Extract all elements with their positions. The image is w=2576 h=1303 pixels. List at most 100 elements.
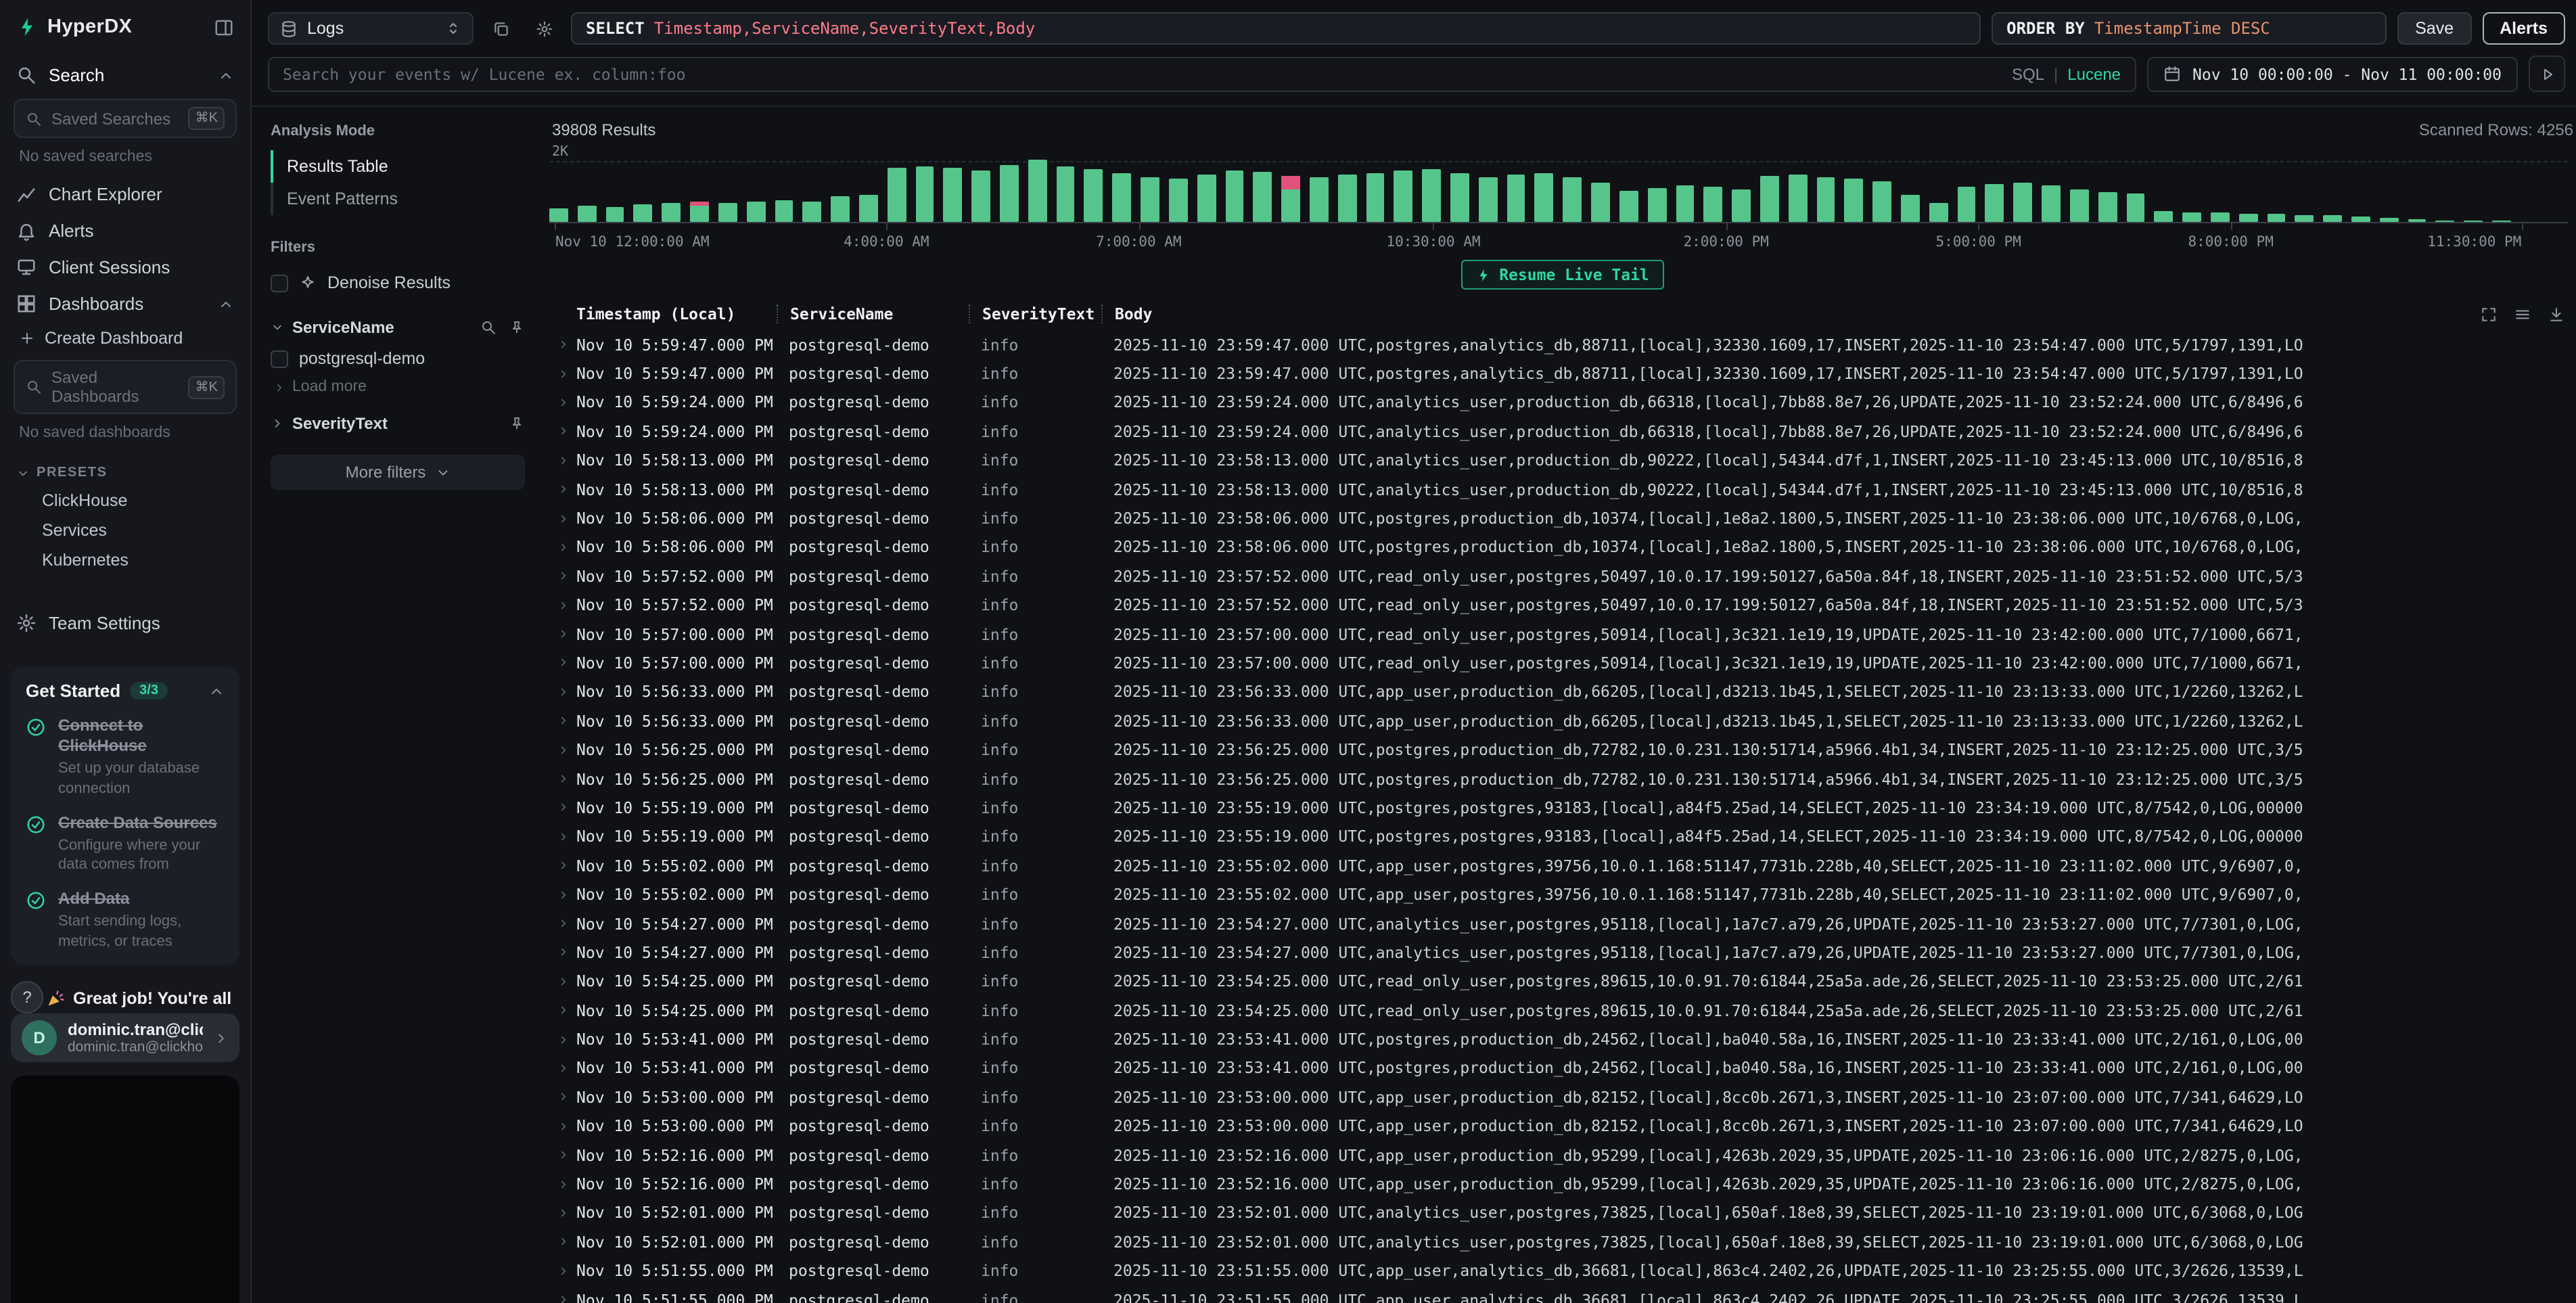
row-expand-button[interactable] bbox=[549, 715, 576, 727]
row-expand-button[interactable] bbox=[549, 976, 576, 988]
sidebar-item-client-sessions[interactable]: Client Sessions bbox=[0, 249, 250, 285]
histogram-bar[interactable] bbox=[2042, 185, 2061, 222]
row-expand-button[interactable] bbox=[549, 657, 576, 669]
get-started-item[interactable]: Connect to ClickHouse Set up your databa… bbox=[26, 716, 225, 798]
log-row[interactable]: Nov 10 5:54:27.000 PM postgresql-demo in… bbox=[549, 909, 2576, 938]
row-expand-button[interactable] bbox=[549, 396, 576, 409]
live-tail-play-button[interactable] bbox=[2529, 55, 2565, 92]
log-row[interactable]: Nov 10 5:59:24.000 PM postgresql-demo in… bbox=[549, 388, 2576, 417]
histogram-bar[interactable] bbox=[1535, 173, 1554, 222]
row-expand-button[interactable] bbox=[549, 426, 576, 438]
row-expand-button[interactable] bbox=[549, 802, 576, 814]
histogram-bar[interactable] bbox=[915, 166, 934, 222]
histogram-bar[interactable] bbox=[775, 200, 794, 222]
row-expand-button[interactable] bbox=[549, 1207, 576, 1219]
facet-severitytext-header[interactable]: SeverityText bbox=[271, 414, 525, 433]
histogram-bar[interactable] bbox=[1957, 187, 1976, 222]
histogram-bar[interactable] bbox=[1479, 177, 1498, 222]
histogram-bar[interactable] bbox=[1338, 175, 1357, 222]
histogram-bar[interactable] bbox=[1028, 160, 1047, 222]
query-language-toggle[interactable]: SQL | Lucene bbox=[2012, 64, 2121, 83]
histogram-bar[interactable] bbox=[718, 203, 737, 222]
row-expand-button[interactable] bbox=[549, 686, 576, 698]
histogram-bar[interactable] bbox=[2295, 214, 2314, 222]
create-dashboard-button[interactable]: Create Dashboard bbox=[0, 322, 250, 355]
histogram-bar[interactable] bbox=[1056, 166, 1075, 222]
log-row[interactable]: Nov 10 5:57:52.000 PM postgresql-demo in… bbox=[549, 562, 2576, 591]
more-filters-button[interactable]: More filters bbox=[271, 455, 525, 490]
histogram-bar[interactable] bbox=[1394, 170, 1413, 222]
histogram-bar[interactable] bbox=[2014, 182, 2033, 222]
row-expand-button[interactable] bbox=[549, 1033, 576, 1045]
row-expand-button[interactable] bbox=[549, 628, 576, 640]
histogram-bar[interactable] bbox=[1141, 177, 1159, 222]
row-expand-button[interactable] bbox=[549, 599, 576, 611]
mode-event-patterns[interactable]: Event Patterns bbox=[271, 183, 525, 215]
pin-icon[interactable] bbox=[509, 415, 525, 432]
order-by-editor[interactable]: ORDER BY TimestampTime DESC bbox=[1992, 12, 2387, 45]
row-expand-button[interactable] bbox=[549, 1062, 576, 1074]
histogram-bar[interactable] bbox=[2155, 210, 2174, 222]
histogram-bar[interactable] bbox=[549, 209, 568, 222]
log-row[interactable]: Nov 10 5:55:19.000 PM postgresql-demo in… bbox=[549, 794, 2576, 823]
histogram-bar[interactable] bbox=[1084, 169, 1103, 222]
preset-item[interactable]: Kubernetes bbox=[0, 545, 250, 575]
sidebar-item-team-settings[interactable]: Team Settings bbox=[0, 605, 250, 641]
histogram-bar[interactable] bbox=[1506, 175, 1525, 222]
histogram-bar[interactable] bbox=[1901, 194, 1920, 222]
get-started-item[interactable]: Create Data Sources Configure where your… bbox=[26, 813, 225, 875]
denoise-results-toggle[interactable]: Denoise Results bbox=[271, 267, 525, 299]
log-row[interactable]: Nov 10 5:56:33.000 PM postgresql-demo in… bbox=[549, 677, 2576, 706]
histogram-bar[interactable] bbox=[690, 202, 709, 222]
histogram-bar[interactable] bbox=[831, 197, 850, 222]
row-expand-button[interactable] bbox=[549, 455, 576, 467]
facet-servicename-header[interactable]: ServiceName bbox=[271, 318, 525, 337]
log-row[interactable]: Nov 10 5:53:00.000 PM postgresql-demo in… bbox=[549, 1082, 2576, 1112]
load-more-button[interactable]: Load more bbox=[271, 375, 525, 395]
log-row[interactable]: Nov 10 5:56:33.000 PM postgresql-demo in… bbox=[549, 706, 2576, 735]
log-row[interactable]: Nov 10 5:52:16.000 PM postgresql-demo in… bbox=[549, 1141, 2576, 1170]
log-row[interactable]: Nov 10 5:51:55.000 PM postgresql-demo in… bbox=[549, 1256, 2576, 1285]
log-row[interactable]: Nov 10 5:55:19.000 PM postgresql-demo in… bbox=[549, 822, 2576, 851]
get-started-header[interactable]: Get Started 3/3 bbox=[26, 681, 225, 701]
histogram-bar[interactable] bbox=[1647, 188, 1666, 222]
histogram-bar[interactable] bbox=[2323, 216, 2342, 222]
log-row[interactable]: Nov 10 5:52:01.000 PM postgresql-demo in… bbox=[549, 1198, 2576, 1227]
histogram-bar[interactable] bbox=[1845, 179, 1864, 222]
row-expand-button[interactable] bbox=[549, 483, 576, 495]
sidebar-collapse-icon[interactable] bbox=[214, 17, 234, 37]
preset-item[interactable]: ClickHouse bbox=[0, 486, 250, 516]
row-expand-button[interactable] bbox=[549, 512, 576, 524]
row-expand-button[interactable] bbox=[549, 773, 576, 785]
log-row[interactable]: Nov 10 5:59:47.000 PM postgresql-demo in… bbox=[549, 359, 2576, 388]
histogram-bar[interactable] bbox=[1676, 185, 1695, 222]
sidebar-item-dashboards[interactable]: Dashboards bbox=[0, 285, 250, 322]
histogram-bar[interactable] bbox=[1816, 177, 1835, 222]
histogram-bar[interactable] bbox=[1872, 181, 1891, 222]
sidebar-item-alerts[interactable]: Alerts bbox=[0, 212, 250, 249]
log-row[interactable]: Nov 10 5:54:27.000 PM postgresql-demo in… bbox=[549, 938, 2576, 967]
mode-results-table[interactable]: Results Table bbox=[271, 150, 525, 183]
histogram-bar[interactable] bbox=[605, 208, 624, 222]
histogram-bar[interactable] bbox=[1225, 170, 1244, 222]
histogram-bar[interactable] bbox=[1169, 179, 1188, 222]
expand-table-icon[interactable] bbox=[2480, 305, 2498, 323]
source-settings-button[interactable] bbox=[528, 12, 560, 45]
get-started-item[interactable]: Add Data Start sending logs, metrics, or… bbox=[26, 890, 225, 951]
log-row[interactable]: Nov 10 5:58:13.000 PM postgresql-demo in… bbox=[549, 446, 2576, 475]
histogram-bar[interactable] bbox=[2070, 189, 2089, 222]
log-row[interactable]: Nov 10 5:57:52.000 PM postgresql-demo in… bbox=[549, 591, 2576, 620]
chevron-up-icon[interactable] bbox=[218, 296, 234, 312]
denoise-checkbox[interactable] bbox=[271, 274, 288, 292]
select-clause-editor[interactable]: SELECT Timestamp,ServiceName,SeverityTex… bbox=[571, 12, 1981, 45]
presets-section-header[interactable]: PRESETS bbox=[0, 452, 250, 486]
facet-search-icon[interactable] bbox=[480, 319, 497, 336]
row-expand-button[interactable] bbox=[549, 744, 576, 756]
sidebar-item-search[interactable]: Search bbox=[0, 57, 250, 93]
histogram-bar[interactable] bbox=[1563, 178, 1582, 222]
row-expand-button[interactable] bbox=[549, 859, 576, 871]
row-expand-button[interactable] bbox=[549, 570, 576, 582]
user-menu[interactable]: D dominic.tran@clic... dominic.tran@clic… bbox=[11, 1013, 239, 1062]
row-expand-button[interactable] bbox=[549, 1236, 576, 1248]
language-lucene[interactable]: Lucene bbox=[2067, 64, 2121, 83]
